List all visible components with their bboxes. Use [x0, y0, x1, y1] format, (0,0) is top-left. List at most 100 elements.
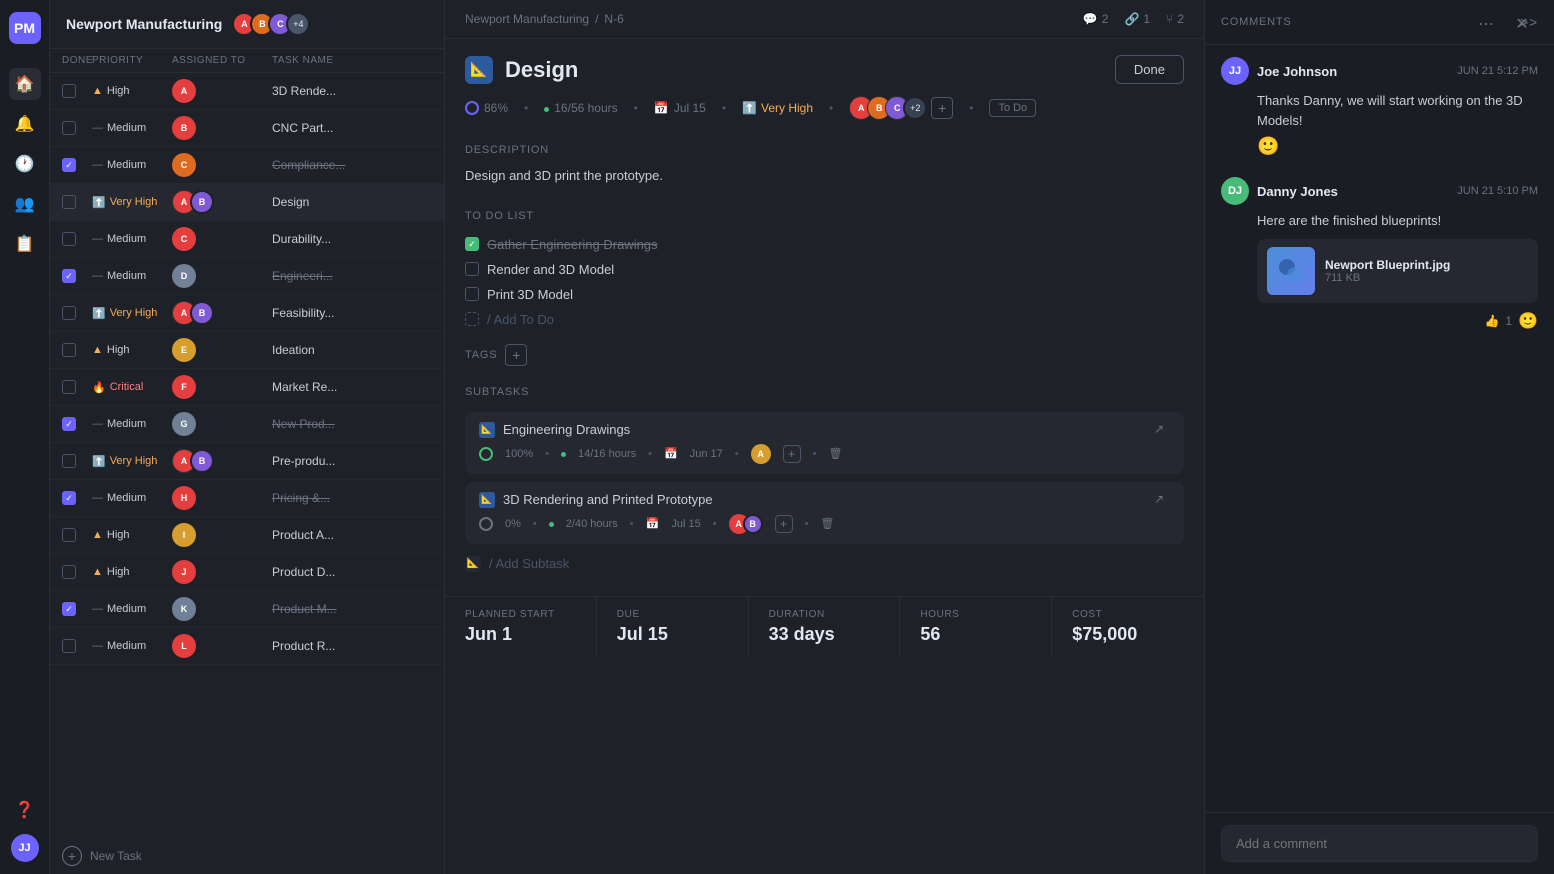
avatar: I: [172, 523, 196, 547]
todo-checkbox-3[interactable]: [465, 287, 479, 301]
emoji-reaction-input-2[interactable]: 🙂: [1518, 311, 1538, 331]
col-assigned: ASSIGNED TO: [172, 55, 272, 66]
avatar: B: [172, 116, 196, 140]
task-checkbox[interactable]: [62, 84, 76, 98]
table-row[interactable]: ⬆️Very High A B Feasibility...: [50, 295, 444, 332]
table-row[interactable]: —Medium H Pricing &...: [50, 480, 444, 517]
add-todo-button[interactable]: / Add To Do: [465, 307, 1184, 332]
task-checkbox[interactable]: [62, 380, 76, 394]
comments-panel: COMMENTS >> JJ Joe Johnson JUN 21 5:12 P…: [1204, 0, 1554, 874]
add-member-subtask-1[interactable]: +: [783, 445, 801, 463]
comment-avatar-2: DJ: [1221, 177, 1249, 205]
assigned-avatars: A B: [172, 449, 272, 473]
avatar: K: [172, 597, 196, 621]
priority-badge: —Medium: [92, 233, 172, 245]
thumbs-up-reaction[interactable]: 👍: [1484, 314, 1499, 328]
branches-count: ⑂ 2: [1166, 12, 1184, 26]
close-button[interactable]: ✕: [1510, 12, 1534, 36]
add-task-row[interactable]: + New Task: [50, 838, 444, 874]
sidebar-tasks-icon[interactable]: 📋: [9, 228, 41, 260]
task-name: Design: [272, 195, 432, 209]
table-row[interactable]: ▲High E Ideation: [50, 332, 444, 369]
avatar: H: [172, 486, 196, 510]
task-name: Pricing &...: [272, 491, 432, 505]
table-row[interactable]: —Medium G New Prod...: [50, 406, 444, 443]
external-link-icon[interactable]: ↗: [1154, 422, 1170, 438]
task-checkbox[interactable]: [62, 343, 76, 357]
table-row[interactable]: 🔥Critical F Market Re...: [50, 369, 444, 406]
trash-icon-2[interactable]: 🗑: [820, 517, 834, 530]
table-row[interactable]: ⬆️Very High A B Design: [50, 184, 444, 221]
avatar-more-btn[interactable]: +2: [903, 96, 927, 120]
table-row[interactable]: —Medium C Durability...: [50, 221, 444, 258]
task-checkbox[interactable]: [62, 195, 76, 209]
avatar: E: [172, 338, 196, 362]
attachment-card[interactable]: Newport Blueprint.jpg 711 KB: [1257, 239, 1538, 303]
priority-badge: ▲High: [92, 566, 172, 578]
add-task-label: New Task: [90, 849, 142, 863]
todo-item: Gather Engineering Drawings: [465, 232, 1184, 257]
task-checkbox[interactable]: [62, 269, 76, 283]
todo-checkbox-2[interactable]: [465, 262, 479, 276]
add-subtask-button[interactable]: 📐 / Add Subtask: [465, 552, 1184, 576]
emoji-reaction-input-1[interactable]: 🙂: [1221, 136, 1538, 157]
priority-badge: —Medium: [92, 640, 172, 652]
task-checkbox[interactable]: [62, 306, 76, 320]
table-row[interactable]: —Medium C Compliance...: [50, 147, 444, 184]
subtasks-section: 📐 Engineering Drawings ↗ 100% • 14/16 ho…: [445, 404, 1204, 584]
avatar: B: [743, 514, 763, 534]
task-checkbox[interactable]: [62, 528, 76, 542]
attachment-thumbnail: [1267, 247, 1315, 295]
table-row[interactable]: —Medium L Product R...: [50, 628, 444, 665]
add-task-plus-icon[interactable]: +: [62, 846, 82, 866]
sidebar-home-icon[interactable]: 🏠: [9, 68, 41, 100]
task-name: Feasibility...: [272, 306, 432, 320]
sidebar-recent-icon[interactable]: 🕐: [9, 148, 41, 180]
task-checkbox[interactable]: [62, 454, 76, 468]
table-row[interactable]: ▲High A 3D Rende...: [50, 73, 444, 110]
table-row[interactable]: ▲High J Product D...: [50, 554, 444, 591]
subtask-actions: ↗: [1154, 422, 1170, 438]
table-row[interactable]: —Medium B CNC Part...: [50, 110, 444, 147]
stat-planned-start: PLANNED START Jun 1: [445, 597, 597, 657]
sidebar-user-icon[interactable]: JJ: [11, 834, 39, 862]
stat-duration-value: 33 days: [769, 624, 880, 645]
task-checkbox[interactable]: [62, 639, 76, 653]
add-tag-button[interactable]: +: [505, 344, 527, 366]
add-member-subtask-2[interactable]: +: [775, 515, 793, 533]
subtask-name-2: 3D Rendering and Printed Prototype: [503, 492, 713, 507]
progress-chip: 86%: [465, 101, 508, 115]
project-title: Newport Manufacturing: [66, 16, 222, 32]
task-checkbox[interactable]: [62, 121, 76, 135]
sidebar-team-icon[interactable]: 👥: [9, 188, 41, 220]
table-row[interactable]: —Medium D Engineeri...: [50, 258, 444, 295]
subtask-title-row-2: 📐 3D Rendering and Printed Prototype ↗: [479, 492, 1170, 508]
reaction-count: 1: [1505, 314, 1512, 328]
sidebar-help-icon[interactable]: ❓: [9, 794, 41, 826]
priority-badge: —Medium: [92, 603, 172, 615]
task-checkbox[interactable]: [62, 491, 76, 505]
comment-input[interactable]: [1221, 825, 1538, 862]
subtask-progress-circle: [479, 447, 493, 461]
task-name: 3D Rende...: [272, 84, 432, 98]
todo-checkbox-1[interactable]: [465, 237, 479, 251]
table-row[interactable]: ⬆️Very High A B Pre-produ...: [50, 443, 444, 480]
done-button[interactable]: Done: [1115, 55, 1184, 84]
task-checkbox[interactable]: [62, 602, 76, 616]
task-checkbox[interactable]: [62, 232, 76, 246]
status-chip[interactable]: To Do: [989, 99, 1036, 117]
task-checkbox[interactable]: [62, 417, 76, 431]
task-checkbox[interactable]: [62, 565, 76, 579]
todo-list: Gather Engineering Drawings Render and 3…: [445, 228, 1204, 336]
more-options-button[interactable]: ⋯: [1474, 12, 1498, 36]
trash-icon-1[interactable]: 🗑: [828, 447, 842, 460]
attachment-filename: Newport Blueprint.jpg: [1325, 258, 1450, 272]
comments-body: JJ Joe Johnson JUN 21 5:12 PM Thanks Dan…: [1205, 45, 1554, 812]
table-row[interactable]: ▲High I Product A...: [50, 517, 444, 554]
external-link-icon-2[interactable]: ↗: [1154, 492, 1170, 508]
add-member-button[interactable]: +: [931, 97, 953, 119]
task-checkbox[interactable]: [62, 158, 76, 172]
table-row[interactable]: —Medium K Product M...: [50, 591, 444, 628]
sidebar-notifications-icon[interactable]: 🔔: [9, 108, 41, 140]
col-priority: PRIORITY: [92, 55, 172, 66]
